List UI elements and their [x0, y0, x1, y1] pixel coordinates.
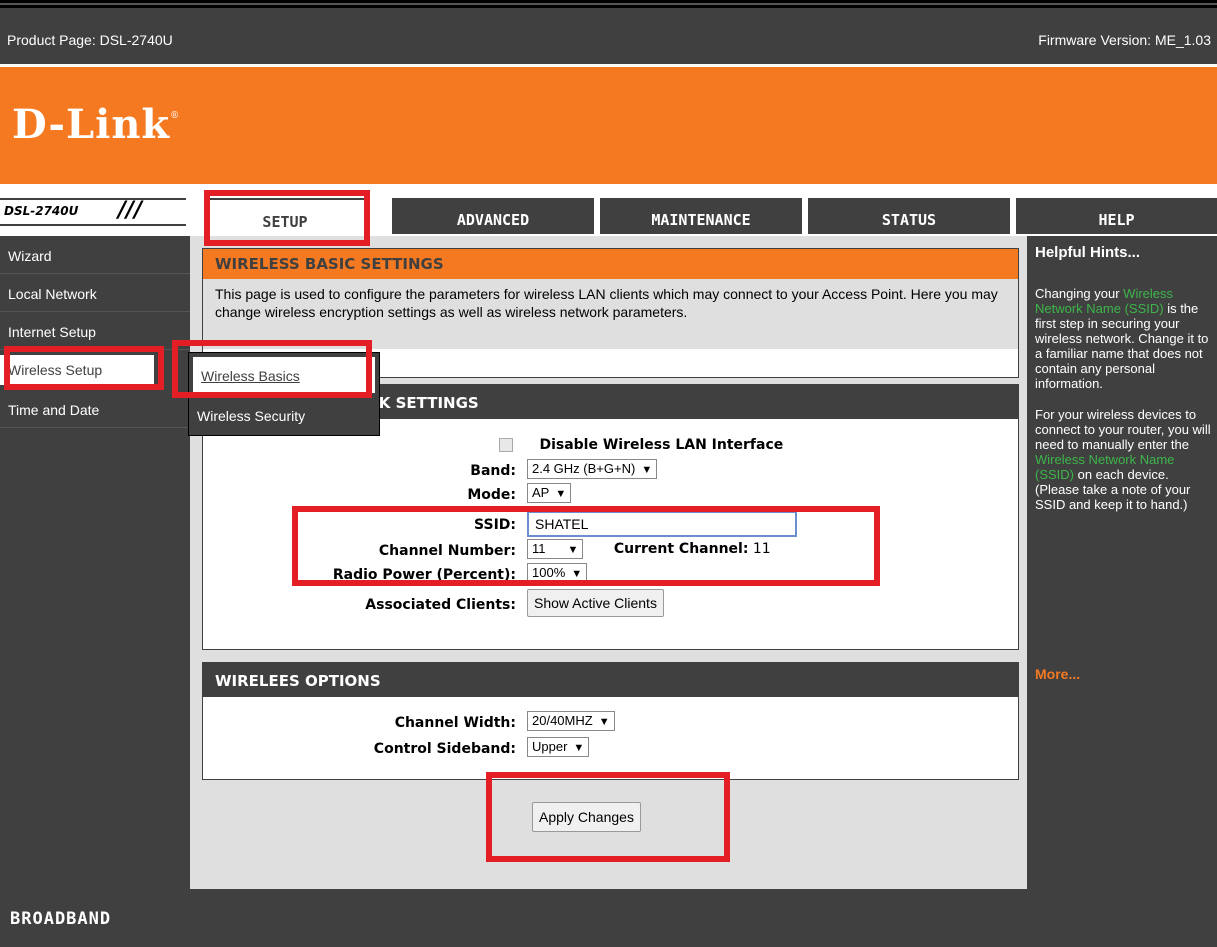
disable-wlan-row: Disable Wireless LAN Interface [203, 435, 1016, 461]
wireless-submenu: Wireless Basics Wireless Security [188, 352, 380, 436]
main-content: WIRELESS BASIC SETTINGS This page is use… [190, 236, 1027, 889]
footer: BROADBAND [0, 889, 1217, 947]
dlink-logo: D-Link® [12, 101, 181, 148]
tab-help[interactable]: HELP [1016, 198, 1217, 234]
current-channel-value: 11 [752, 541, 771, 557]
apply-changes-button[interactable]: Apply Changes [532, 802, 641, 832]
top-info-bar: Product Page: DSL-2740U Firmware Version… [0, 8, 1217, 64]
sideband-label: Control Sideband: [373, 741, 516, 757]
firmware-version-label: Firmware Version: ME_1.03 [1038, 32, 1211, 48]
channel-row: Channel Number: 11 ▼ Current Channel: 11 [203, 539, 1016, 565]
dropdown-arrow-icon: ▼ [598, 716, 610, 728]
hints-title: Helpful Hints... [1035, 244, 1140, 261]
hints-more-link[interactable]: More... [1035, 666, 1080, 682]
sidebar-item-local-network[interactable]: Local Network [0, 276, 190, 312]
hints-body: Changing your Wireless Network Name (SSI… [1035, 286, 1211, 512]
ssid-label: SSID: [474, 517, 516, 533]
dropdown-arrow-icon: ▼ [567, 544, 579, 556]
tab-advanced[interactable]: ADVANCED [392, 198, 594, 234]
ssid-input[interactable]: SHATEL [527, 511, 797, 537]
model-slashes: /// [118, 198, 143, 223]
footer-brand: BROADBAND [10, 909, 112, 929]
power-select[interactable]: 100% ▼ [527, 563, 588, 583]
model-badge: DSL-2740U /// [0, 198, 186, 226]
wireless-options-title: WIRELEES OPTIONS [203, 663, 1018, 697]
sidebar-item-wireless-setup[interactable]: Wireless Setup [0, 355, 154, 385]
clients-row: Associated Clients: Show Active Clients [203, 589, 1016, 619]
sidebar: Wizard Local Network Internet Setup Wire… [0, 236, 190, 889]
show-active-clients-button[interactable]: Show Active Clients [527, 589, 664, 617]
product-page-label: Product Page: DSL-2740U [7, 32, 173, 48]
power-row: Radio Power (Percent): 100% ▼ [203, 563, 1016, 589]
channel-label: Channel Number: [378, 543, 516, 559]
mode-row: Mode: AP ▼ [203, 483, 1016, 509]
disable-wlan-checkbox[interactable] [499, 438, 513, 452]
sidebar-item-wizard[interactable]: Wizard [0, 238, 190, 274]
channel-select[interactable]: 11 ▼ [527, 539, 584, 559]
sidebar-item-internet-setup[interactable]: Internet Setup [0, 314, 190, 350]
sidebar-item-time-and-date[interactable]: Time and Date [0, 392, 190, 428]
channel-width-select[interactable]: 20/40MHZ ▼ [527, 711, 615, 731]
disable-wlan-label: Disable Wireless LAN Interface [539, 437, 784, 453]
tab-status[interactable]: STATUS [808, 198, 1010, 234]
ssid-row: SSID: SHATEL [203, 511, 1016, 539]
tab-maintenance[interactable]: MAINTENANCE [600, 198, 802, 234]
helpful-hints-panel: Helpful Hints... Changing your Wireless … [1027, 236, 1217, 889]
sideband-select[interactable]: Upper ▼ [527, 737, 590, 757]
dropdown-arrow-icon: ▼ [573, 742, 585, 754]
channel-width-label: Channel Width: [394, 715, 516, 731]
tab-setup[interactable]: SETUP [204, 198, 366, 234]
dropdown-arrow-icon: ▼ [641, 464, 653, 476]
band-select[interactable]: 2.4 GHz (B+G+N) ▼ [527, 459, 658, 479]
dropdown-arrow-icon: ▼ [555, 488, 567, 500]
wireless-options-panel: WIRELEES OPTIONS Channel Width: 20/40MHZ… [202, 662, 1019, 780]
model-name: DSL-2740U [4, 204, 79, 218]
band-label: Band: [470, 463, 516, 479]
top-edge [0, 0, 1217, 8]
submenu-item-wireless-security[interactable]: Wireless Security [189, 397, 377, 435]
clients-label: Associated Clients: [365, 597, 516, 613]
channel-width-row: Channel Width: 20/40MHZ ▼ [203, 711, 1016, 737]
dropdown-arrow-icon: ▼ [571, 568, 583, 580]
band-row: Band: 2.4 GHz (B+G+N) ▼ [203, 459, 1016, 485]
mode-label: Mode: [467, 487, 516, 503]
main-nav: DSL-2740U /// SETUP ADVANCED MAINTENANCE… [0, 184, 1217, 236]
sideband-row: Control Sideband: Upper ▼ [203, 737, 1016, 763]
mode-select[interactable]: AP ▼ [527, 483, 572, 503]
power-label: Radio Power (Percent): [332, 567, 516, 583]
brand-banner: D-Link® [0, 64, 1217, 187]
current-channel-label: Current Channel: [613, 541, 749, 557]
submenu-item-wireless-basics[interactable]: Wireless Basics [193, 357, 375, 393]
basic-settings-intro: This page is used to configure the param… [203, 279, 1018, 349]
basic-settings-title: WIRELESS BASIC SETTINGS [203, 249, 1018, 279]
